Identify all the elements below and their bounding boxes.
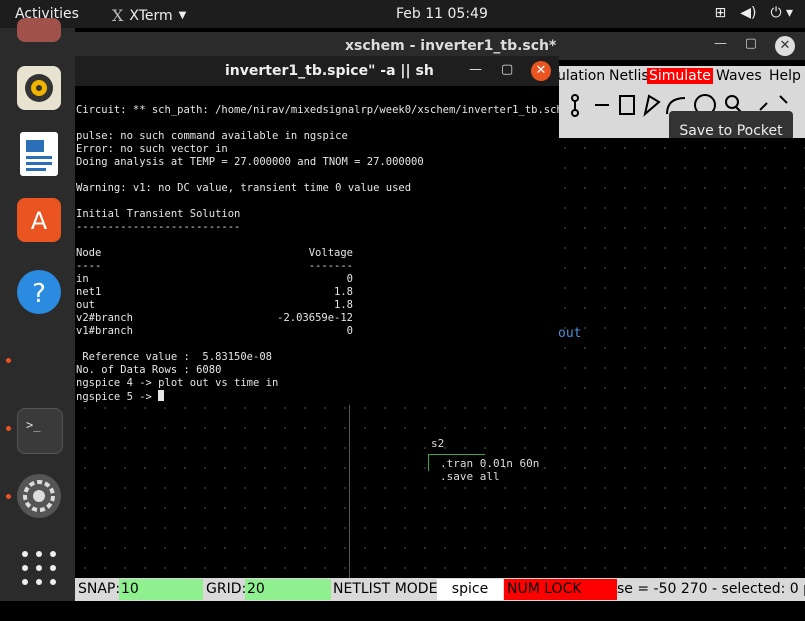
rect-tool-icon[interactable] bbox=[619, 95, 635, 115]
svg-text:>_: >_ bbox=[26, 418, 41, 432]
dock: A ? >_ bbox=[0, 18, 75, 601]
net-label-out[interactable]: out bbox=[558, 326, 581, 341]
terminal-line: pulse: no such command available in ngsp… bbox=[76, 130, 348, 142]
software-store-icon[interactable]: A bbox=[17, 198, 61, 242]
clock[interactable]: Feb 11 05:49 bbox=[396, 6, 488, 22]
terminal-icon[interactable]: >_ bbox=[17, 408, 63, 454]
minimize-icon[interactable]: — bbox=[469, 62, 482, 77]
prompt-icon: >_ bbox=[26, 418, 41, 432]
snap-label: SNAP: bbox=[78, 581, 121, 597]
power-icon: ⏻ ▾ bbox=[770, 5, 793, 21]
close-icon[interactable]: ✕ bbox=[775, 36, 795, 56]
document-icon bbox=[26, 140, 52, 171]
node-name: in bbox=[76, 273, 89, 285]
terminal-line: Initial Transient Solution bbox=[76, 208, 241, 220]
node-name: out bbox=[76, 299, 95, 311]
terminal-line: Reference value : 5.83150e-08 bbox=[76, 351, 272, 363]
grid-icon bbox=[22, 551, 56, 585]
chevron-down-icon: ▼ bbox=[178, 10, 187, 21]
status-bar: SNAP: 10 GRID: 20 NETLIST MODE: spice NU… bbox=[75, 578, 805, 618]
running-indicator bbox=[6, 494, 11, 499]
voltage-header: Voltage bbox=[308, 247, 353, 259]
mouse-position-status: se = -50 270 - selected: 0 pa bbox=[617, 581, 805, 597]
terminal-line: No. of Data Rows : 6080 bbox=[76, 364, 222, 376]
xschem-menubar: ulation Netlis Simulate Waves Help bbox=[555, 66, 805, 88]
top-bar: Activities X XTerm ▼ Feb 11 05:49 ⊞ ◀) ⏻… bbox=[0, 0, 805, 28]
voltage-rule: ------- bbox=[308, 260, 353, 272]
zoom-full-icon[interactable] bbox=[759, 95, 788, 111]
gear-icon bbox=[23, 480, 55, 512]
document-viewer-icon[interactable] bbox=[20, 132, 58, 176]
app-grid-icon[interactable] bbox=[17, 544, 61, 588]
spice-directive-save: .save all bbox=[440, 470, 500, 483]
close-icon[interactable]: ✕ bbox=[531, 61, 551, 81]
node-voltage: 1.8 bbox=[334, 286, 353, 298]
xterm-icon: X bbox=[112, 6, 124, 25]
menu-help[interactable]: Help bbox=[767, 68, 803, 84]
dock-item-top-partial[interactable] bbox=[17, 18, 61, 42]
xterm-window-title: inverter1_tb.spice" -a || sh bbox=[225, 63, 434, 79]
wire-pin-icon[interactable] bbox=[571, 94, 579, 117]
speaker-icon bbox=[25, 74, 53, 102]
xterm-titlebar[interactable]: inverter1_tb.spice" -a || sh — ▢ ✕ bbox=[75, 56, 559, 86]
terminal-output[interactable]: Circuit: ** sch_path: /home/nirav/mixeds… bbox=[75, 86, 559, 405]
menu-simulation[interactable]: ulation bbox=[555, 68, 607, 84]
symbol-name[interactable]: s2 bbox=[431, 437, 444, 450]
menu-simulate[interactable]: Simulate bbox=[647, 68, 713, 84]
menu-waves[interactable]: Waves bbox=[714, 68, 764, 84]
shopping-bag-icon: A bbox=[31, 207, 48, 235]
netlist-mode-label: NETLIST MODE: bbox=[333, 581, 443, 597]
app-menu[interactable]: X XTerm ▼ bbox=[112, 6, 186, 25]
terminal-line: Warning: v1: no DC value, transient time… bbox=[76, 182, 412, 194]
node-name: v2#branch bbox=[76, 312, 133, 324]
snap-input[interactable]: 10 bbox=[119, 579, 203, 600]
terminal-line: -------------------------- bbox=[76, 221, 241, 233]
system-tray[interactable]: ⊞ ◀) ⏻ ▾ bbox=[714, 5, 793, 21]
maximize-icon[interactable]: ▢ bbox=[745, 36, 757, 51]
app-name: XTerm bbox=[129, 7, 173, 24]
grid-label: GRID: bbox=[206, 581, 247, 597]
terminal-line: ---- bbox=[76, 260, 102, 272]
spice-directive-tran: .tran 0.01n 60n bbox=[440, 457, 540, 470]
terminal-line: Circuit: ** sch_path: /home/nirav/mixeds… bbox=[76, 104, 559, 116]
node-voltage: -2.03659e-12 bbox=[277, 312, 353, 324]
maximize-icon[interactable]: ▢ bbox=[501, 62, 513, 77]
node-voltage: 0 bbox=[346, 325, 353, 337]
running-indicator bbox=[6, 358, 11, 363]
terminal-prompt[interactable]: ngspice 5 -> bbox=[76, 390, 165, 404]
volume-icon: ◀) bbox=[740, 5, 757, 21]
terminal-line: ngspice 4 -> plot out vs time in bbox=[76, 377, 279, 389]
node-voltage: 0 bbox=[346, 273, 353, 285]
terminal-line: Error: no such vector in bbox=[76, 143, 228, 155]
running-indicator bbox=[6, 426, 11, 431]
xschem-window-title: xschem - inverter1_tb.sch* bbox=[345, 38, 557, 54]
polygon-tool-icon[interactable] bbox=[643, 94, 661, 117]
terminal-line: Doing analysis at TEMP = 27.000000 and T… bbox=[76, 156, 424, 168]
text-cursor bbox=[158, 390, 165, 401]
question-icon: ? bbox=[32, 279, 46, 309]
network-icon: ⊞ bbox=[714, 5, 727, 21]
node-name: net1 bbox=[76, 286, 102, 298]
terminal-line: Node bbox=[76, 247, 102, 259]
schematic-wire bbox=[349, 405, 350, 578]
help-icon[interactable]: ? bbox=[17, 270, 61, 314]
node-voltage: 1.8 bbox=[334, 299, 353, 311]
node-name: v1#branch bbox=[76, 325, 133, 337]
settings-icon[interactable] bbox=[17, 474, 61, 518]
prompt-text: ngspice 5 -> bbox=[76, 391, 159, 403]
minimize-icon[interactable]: — bbox=[714, 36, 727, 51]
music-player-icon[interactable] bbox=[17, 66, 61, 110]
menu-netlist[interactable]: Netlis bbox=[607, 68, 651, 84]
netlist-mode-value[interactable]: spice bbox=[437, 579, 503, 600]
svg-text:A: A bbox=[31, 207, 48, 235]
numlock-indicator: NUM LOCK SET! bbox=[504, 579, 617, 618]
grid-input[interactable]: 20 bbox=[245, 579, 331, 600]
svg-text:?: ? bbox=[32, 279, 46, 309]
